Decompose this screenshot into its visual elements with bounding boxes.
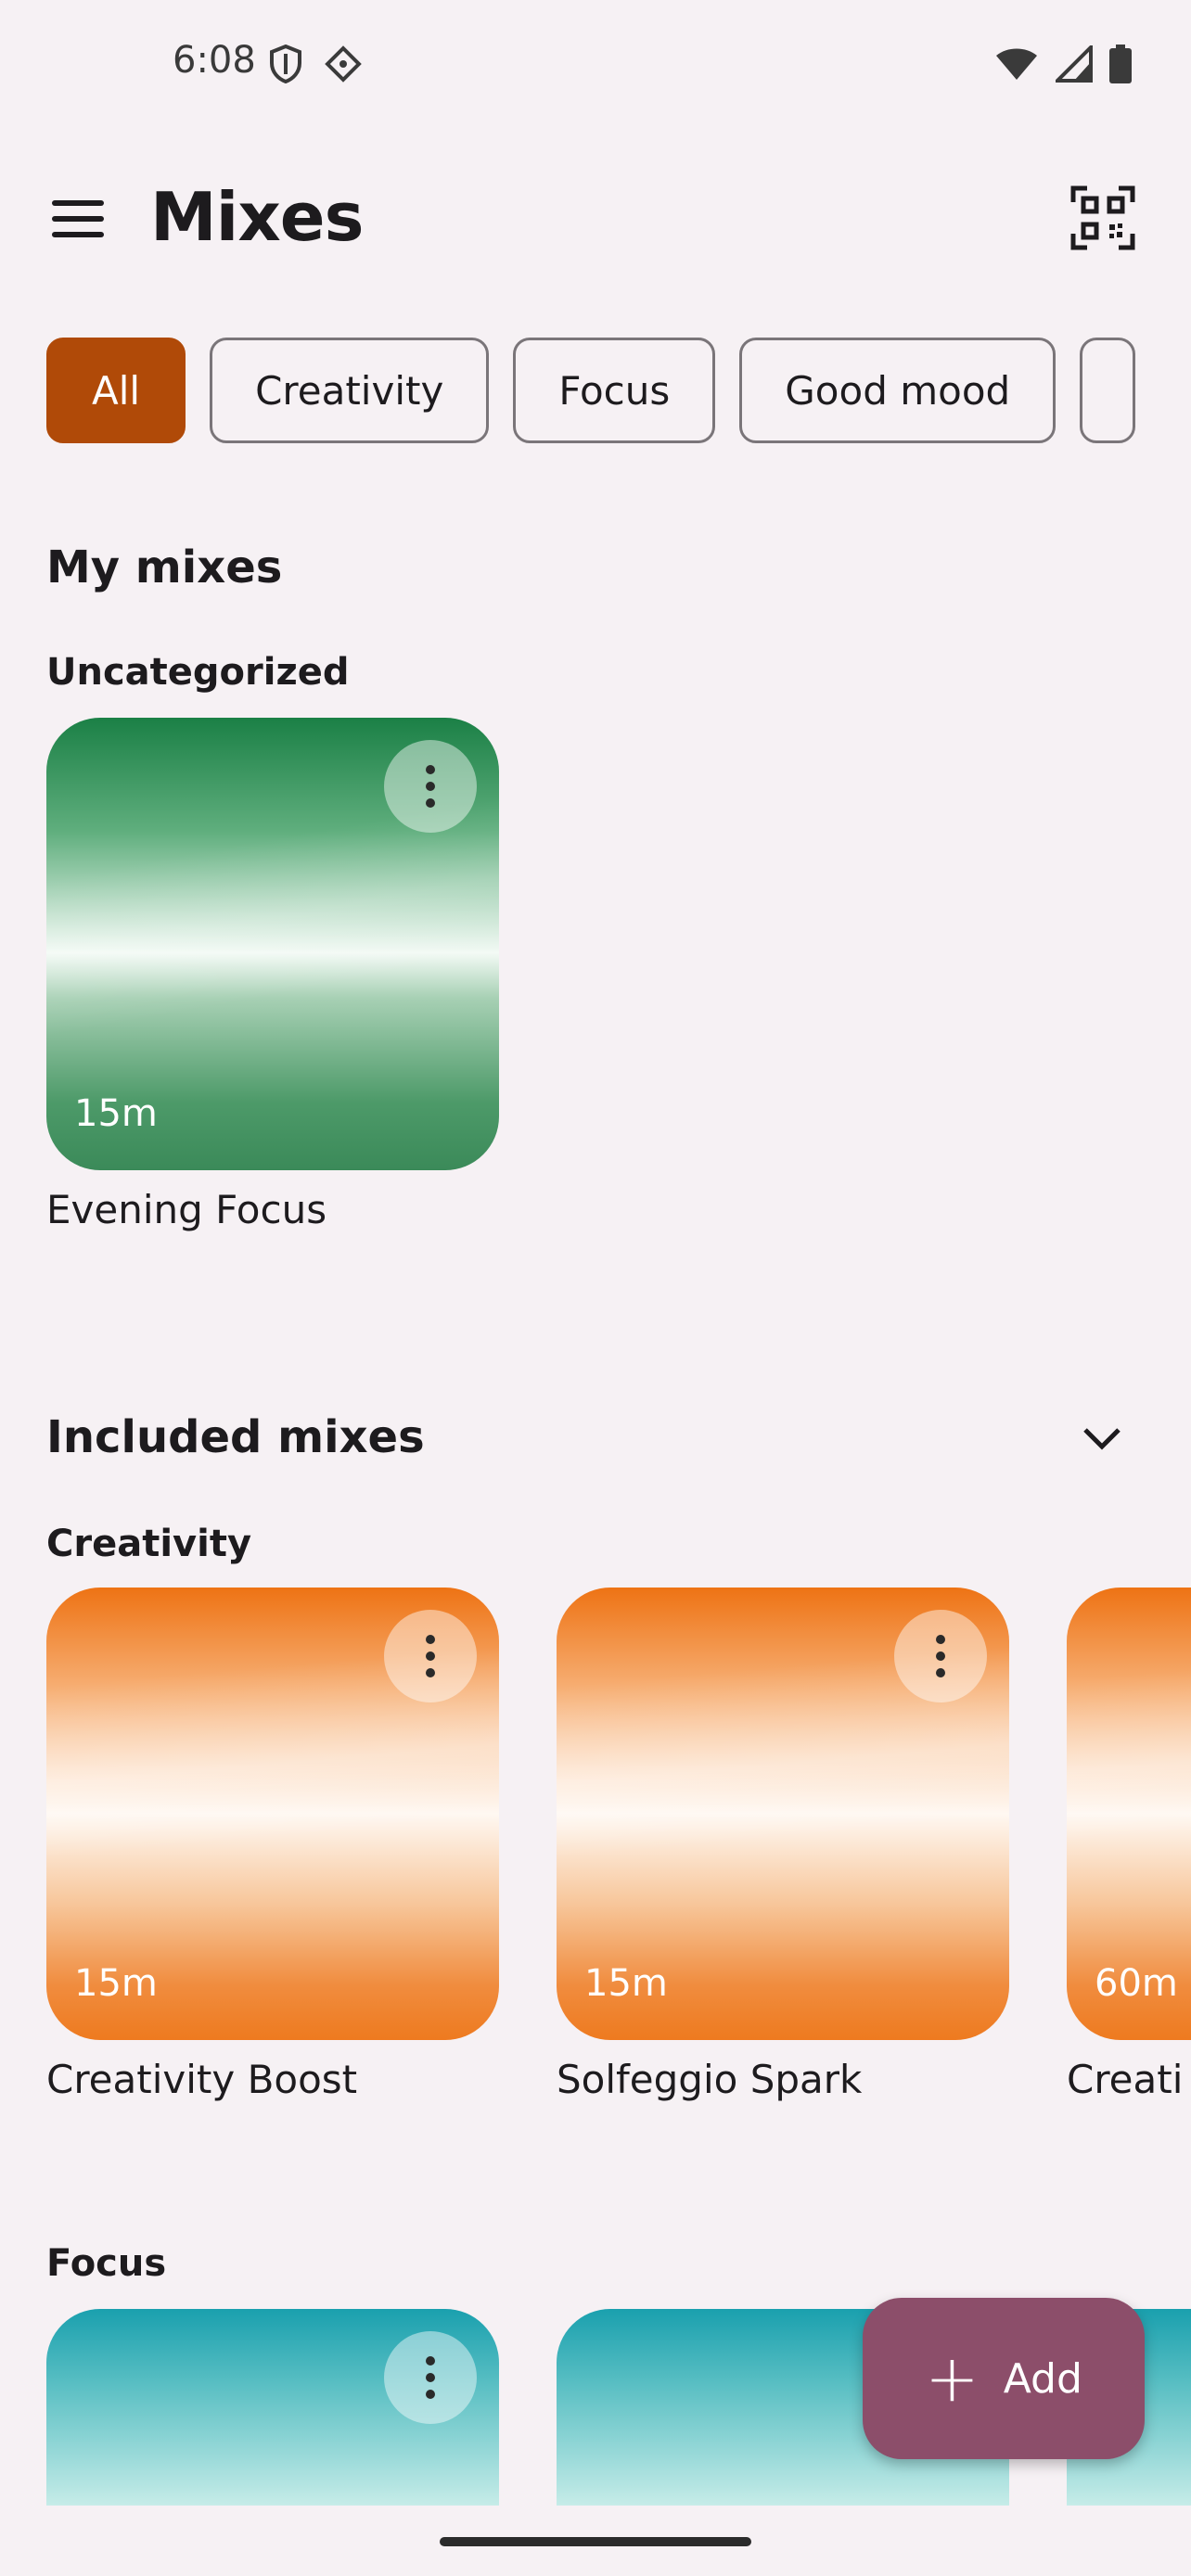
add-label: Add: [1003, 2354, 1082, 2403]
add-mix-button[interactable]: + Add: [863, 2298, 1145, 2459]
mix-card-solfeggio-spark[interactable]: 15m: [557, 1588, 1009, 2040]
qr-code-scanner-icon: [1070, 185, 1135, 250]
battery-icon: [1109, 45, 1132, 83]
chevron-down-icon: [1083, 1428, 1121, 1450]
more-options-button[interactable]: [384, 1610, 477, 1702]
focus-heading: Focus: [46, 2242, 167, 2285]
creativity-heading: Creativity: [46, 1523, 252, 1565]
my-mixes-heading: My mixes: [46, 542, 283, 593]
mix-duration: 15m: [74, 1962, 158, 2005]
hamburger-menu-icon: [52, 200, 104, 206]
filter-chips: All Creativity Focus Good mood: [46, 338, 1136, 443]
more-options-button[interactable]: [384, 740, 477, 833]
mix-duration: 15m: [74, 1092, 158, 1135]
mix-duration: 60m: [1095, 1962, 1178, 2005]
mix-name: Creati: [1067, 2057, 1184, 2102]
mix-card-partial[interactable]: 60m: [1067, 1588, 1191, 2040]
included-mixes-heading: Included mixes: [46, 1411, 425, 1463]
mix-card-focus-1[interactable]: [46, 2309, 499, 2506]
mix-card-evening-focus[interactable]: 15m: [46, 718, 499, 1170]
mix-card-creativity-boost[interactable]: 15m: [46, 1588, 499, 2040]
mix-duration: 15m: [584, 1962, 668, 2005]
chip-more[interactable]: [1080, 338, 1136, 443]
qr-scan-button[interactable]: [1070, 185, 1135, 250]
chip-all[interactable]: All: [46, 338, 186, 443]
shield-icon: [270, 45, 301, 83]
mix-name: Evening Focus: [46, 1187, 327, 1232]
plus-icon: +: [925, 2340, 980, 2417]
more-vert-icon: [426, 2356, 435, 2366]
chip-creativity[interactable]: Creativity: [210, 338, 490, 443]
wifi-icon: [996, 48, 1037, 80]
more-options-button[interactable]: [894, 1610, 987, 1702]
vpn-key-icon: [325, 45, 362, 83]
status-time: 6:08: [173, 39, 256, 82]
more-options-button[interactable]: [384, 2331, 477, 2424]
cellular-signal-icon: [1056, 45, 1093, 83]
page-title: Mixes: [150, 178, 364, 256]
uncategorized-heading: Uncategorized: [46, 651, 350, 694]
more-vert-icon: [426, 1635, 435, 1644]
mix-name: Creativity Boost: [46, 2057, 358, 2102]
menu-button[interactable]: [46, 191, 117, 247]
chip-good-mood[interactable]: Good mood: [739, 338, 1057, 443]
chip-focus[interactable]: Focus: [513, 338, 716, 443]
mix-name: Solfeggio Spark: [557, 2057, 863, 2102]
home-indicator[interactable]: [440, 2537, 751, 2546]
more-vert-icon: [936, 1635, 945, 1644]
collapse-button[interactable]: [1074, 1421, 1130, 1458]
more-vert-icon: [426, 765, 435, 774]
